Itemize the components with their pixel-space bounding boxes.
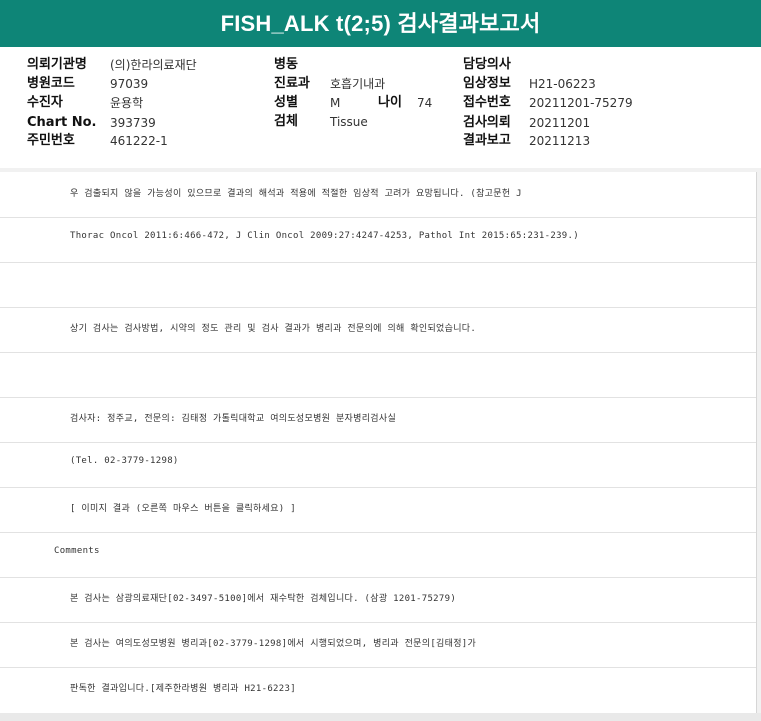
report-line: 본 검사는 여의도성모병원 병리과[02-3779-1298]에서 시행되었으며… [0, 622, 756, 668]
info-value: 호흡기내과 [330, 77, 386, 91]
info-label: 수진자 [27, 95, 63, 110]
info-label: Chart No. [27, 115, 97, 130]
report-line [0, 262, 756, 308]
patient-info-panel: 의뢰기관명 (의)한라의료재단 병원코드 97039 수진자 윤용학 Chart… [0, 47, 761, 168]
report-line: 본 검사는 삼광의료재단[02-3497-5100]에서 재수탁한 검체입니다.… [0, 577, 756, 623]
report-line [0, 352, 756, 398]
report-line-text: 판독한 결과입니다.[제주한라병원 병리과 H21-6223] [70, 684, 296, 694]
info-label: 검체 [274, 114, 298, 129]
info-value: 20211213 [529, 134, 591, 148]
report-content-area[interactable]: 우 검출되지 않을 가능성이 있으므로 결과의 해석과 적용에 적절한 임상적 … [0, 168, 761, 721]
report-line-text: 검사자: 정주교, 전문의: 김태정 가톨릭대학교 여의도성모병원 분자병리검사… [70, 414, 397, 424]
info-row-age: 나이 74 [378, 94, 448, 112]
info-label: 의뢰기관명 [27, 57, 87, 72]
report-line-text: 상기 검사는 검사방법, 시약의 정도 관리 및 검사 결과가 병리과 전문의에… [70, 324, 477, 334]
info-row-specimen: 검체 Tissue [274, 113, 444, 131]
info-row-hospital-code: 병원코드 97039 [27, 75, 247, 93]
info-row-clinical-info: 임상정보 H21-06223 [463, 75, 663, 93]
info-label: 병원코드 [27, 76, 75, 91]
info-row-attending-physician: 담당의사 [463, 56, 663, 74]
info-value: 461222-1 [110, 134, 168, 148]
info-value: 20211201 [529, 116, 591, 130]
info-row-test-request-date: 검사의뢰 20211201 [463, 114, 663, 132]
info-row-patient-name: 수진자 윤용학 [27, 94, 247, 112]
info-row-ward: 병동 [274, 56, 444, 74]
report-sheet: 우 검출되지 않을 가능성이 있으므로 결과의 해석과 적용에 적절한 임상적 … [0, 172, 757, 713]
report-line-text: (Tel. 02-3779-1298) [70, 456, 179, 466]
report-line-text: 우 검출되지 않을 가능성이 있으므로 결과의 해석과 적용에 적절한 임상적 … [70, 189, 522, 199]
report-line-text: Thorac Oncol 2011:6:466-472, J Clin Onco… [70, 231, 579, 241]
report-line-text: 본 검사는 여의도성모병원 병리과[02-3779-1298]에서 시행되었으며… [70, 639, 477, 649]
image-result-link[interactable]: [ 이미지 결과 (오른쪽 마우스 버튼을 클릭하세요) ] [70, 501, 296, 514]
info-row-chart-no: Chart No. 393739 [27, 114, 247, 132]
info-label: 주민번호 [27, 133, 75, 148]
info-value: M [330, 96, 341, 110]
info-value: 74 [417, 96, 433, 110]
info-value: H21-06223 [529, 77, 596, 91]
info-value: 393739 [110, 116, 156, 130]
report-line: (Tel. 02-3779-1298) [0, 442, 756, 488]
info-label: 나이 [378, 95, 402, 110]
report-title: FISH_ALK t(2;5) 검사결과보고서 [0, 0, 761, 47]
info-row-receipt-number: 접수번호 20211201-75279 [463, 94, 663, 112]
report-line: 우 검출되지 않을 가능성이 있으므로 결과의 해석과 적용에 적절한 임상적 … [0, 172, 756, 218]
info-label: 검사의뢰 [463, 115, 511, 130]
info-label: 병동 [274, 57, 298, 72]
info-row-result-report-date: 결과보고 20211213 [463, 132, 663, 150]
info-label: 결과보고 [463, 133, 511, 148]
info-label: 임상정보 [463, 76, 511, 91]
report-line[interactable]: [ 이미지 결과 (오른쪽 마우스 버튼을 클릭하세요) ] [0, 487, 756, 533]
info-value: Tissue [330, 115, 368, 129]
info-row-requesting-institution: 의뢰기관명 (의)한라의료재단 [27, 56, 247, 74]
info-label: 접수번호 [463, 95, 511, 110]
report-line: 검사자: 정주교, 전문의: 김태정 가톨릭대학교 여의도성모병원 분자병리검사… [0, 397, 756, 443]
report-line: 판독한 결과입니다.[제주한라병원 병리과 H21-6223] [0, 667, 756, 712]
info-value: 윤용학 [110, 96, 144, 110]
report-line-text: 본 검사는 삼광의료재단[02-3497-5100]에서 재수탁한 검체입니다.… [70, 594, 457, 604]
comments-heading: Comments [54, 546, 100, 556]
info-row-resident-number: 주민번호 461222-1 [27, 132, 247, 150]
report-line: 상기 검사는 검사방법, 시약의 정도 관리 및 검사 결과가 병리과 전문의에… [0, 307, 756, 353]
horizontal-scroll-area[interactable] [0, 713, 761, 721]
info-value: 97039 [110, 77, 149, 91]
info-value: 20211201-75279 [529, 96, 633, 110]
info-row-department: 진료과 호흡기내과 [274, 75, 444, 93]
report-line: Thorac Oncol 2011:6:466-472, J Clin Onco… [0, 217, 756, 263]
info-value: (의)한라의료재단 [110, 58, 197, 72]
info-label: 성별 [274, 95, 298, 110]
report-line: Comments [0, 532, 756, 578]
info-label: 진료과 [274, 76, 310, 91]
info-label: 담당의사 [463, 57, 511, 72]
